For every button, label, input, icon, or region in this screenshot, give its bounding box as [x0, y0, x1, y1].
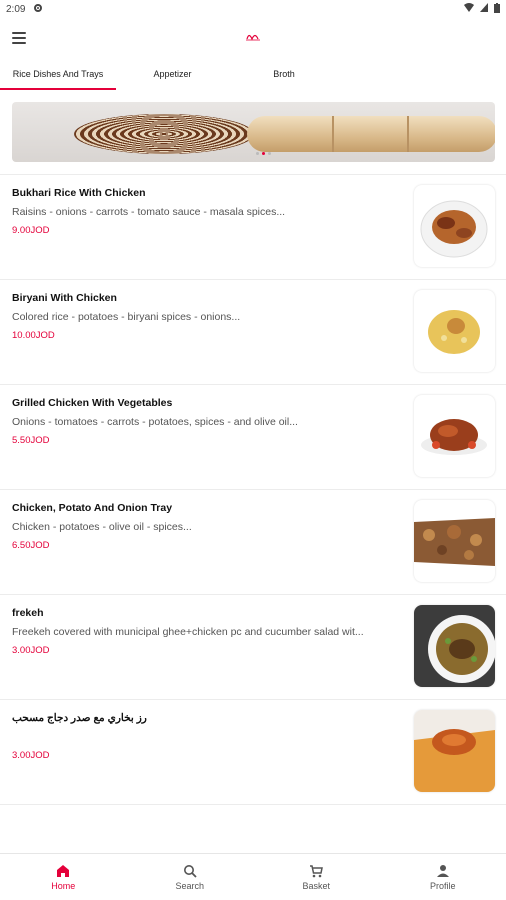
tab-appetizer[interactable]: Appetizer	[116, 58, 229, 90]
banner-rolled-pastry	[247, 116, 495, 152]
home-icon	[57, 864, 70, 877]
item-image	[414, 605, 495, 687]
nav-label: Home	[51, 880, 76, 891]
item-description: Raisins - onions - carrots - tomato sauc…	[12, 206, 286, 218]
nav-profile[interactable]: Profile	[380, 854, 506, 900]
nav-label: Search	[175, 880, 205, 891]
pager-dot	[268, 152, 271, 155]
item-image	[414, 395, 495, 477]
nav-search[interactable]: Search	[127, 854, 254, 900]
item-image	[414, 185, 495, 267]
category-tabs: Rice Dishes And Trays Appetizer Broth	[0, 58, 506, 90]
item-description: Onions - tomatoes - carrots - potatoes, …	[12, 416, 298, 428]
battery-icon	[494, 2, 500, 16]
nav-label: Profile	[429, 880, 456, 891]
nav-label: Basket	[302, 880, 330, 891]
item-name: Bukhari Rice With Chicken	[12, 187, 146, 199]
app-logo	[245, 30, 261, 44]
status-bar: 2:09	[0, 0, 506, 18]
item-description: Colored rice - potatoes - biryani spices…	[12, 311, 241, 323]
item-name: frekeh	[12, 607, 44, 619]
menu-item[interactable]: Chicken, Potato And Onion Tray Chicken -…	[0, 489, 506, 594]
nav-basket[interactable]: Basket	[253, 854, 380, 900]
promo-banner[interactable]	[12, 102, 495, 162]
item-name: رز بخاري مع صدر دجاج مسحب	[12, 712, 147, 724]
item-price: 3.00JOD	[12, 645, 50, 656]
item-image	[414, 500, 495, 582]
item-name: Biryani With Chicken	[12, 292, 117, 304]
item-description: Freekeh covered with municipal ghee+chic…	[12, 626, 364, 638]
wifi-icon	[464, 3, 474, 15]
banner-pager	[256, 152, 271, 155]
pager-dot-active	[262, 152, 265, 155]
tab-broth[interactable]: Broth	[229, 58, 339, 90]
banner-swirl-pastry	[74, 114, 254, 154]
status-time: 2:09	[6, 3, 26, 15]
item-name: Chicken, Potato And Onion Tray	[12, 502, 173, 514]
item-price: 5.50JOD	[12, 435, 50, 446]
bottom-nav: Home Search Basket Profile	[0, 853, 506, 900]
tab-rice-dishes[interactable]: Rice Dishes And Trays	[0, 58, 116, 90]
menu-item[interactable]: Biryani With Chicken Colored rice - pota…	[0, 279, 506, 384]
app-bar	[0, 18, 506, 58]
nav-home[interactable]: Home	[0, 854, 127, 900]
menu-item[interactable]: Grilled Chicken With Vegetables Onions -…	[0, 384, 506, 489]
item-image	[414, 710, 495, 792]
item-image	[414, 290, 495, 372]
item-price: 10.00JOD	[12, 330, 55, 341]
item-price: 3.00JOD	[12, 750, 50, 761]
item-name: Grilled Chicken With Vegetables	[12, 397, 173, 409]
cart-icon	[310, 864, 324, 877]
menu-item[interactable]: frekeh Freekeh covered with municipal gh…	[0, 594, 506, 699]
search-icon	[183, 864, 197, 878]
menu-list[interactable]: Bukhari Rice With Chicken Raisins - onio…	[0, 90, 506, 853]
item-price: 9.00JOD	[12, 225, 50, 236]
person-icon	[436, 864, 449, 877]
menu-icon[interactable]	[12, 27, 34, 49]
menu-item[interactable]: Bukhari Rice With Chicken Raisins - onio…	[0, 174, 506, 279]
item-description: Chicken - potatoes - olive oil - spices.…	[12, 521, 192, 533]
signal-icon	[480, 3, 488, 15]
pager-dot	[256, 152, 259, 155]
settings-icon	[33, 3, 43, 16]
menu-item[interactable]: رز بخاري مع صدر دجاج مسحب 3.00JOD	[0, 699, 506, 804]
list-divider	[0, 804, 506, 853]
item-price: 6.50JOD	[12, 540, 50, 551]
